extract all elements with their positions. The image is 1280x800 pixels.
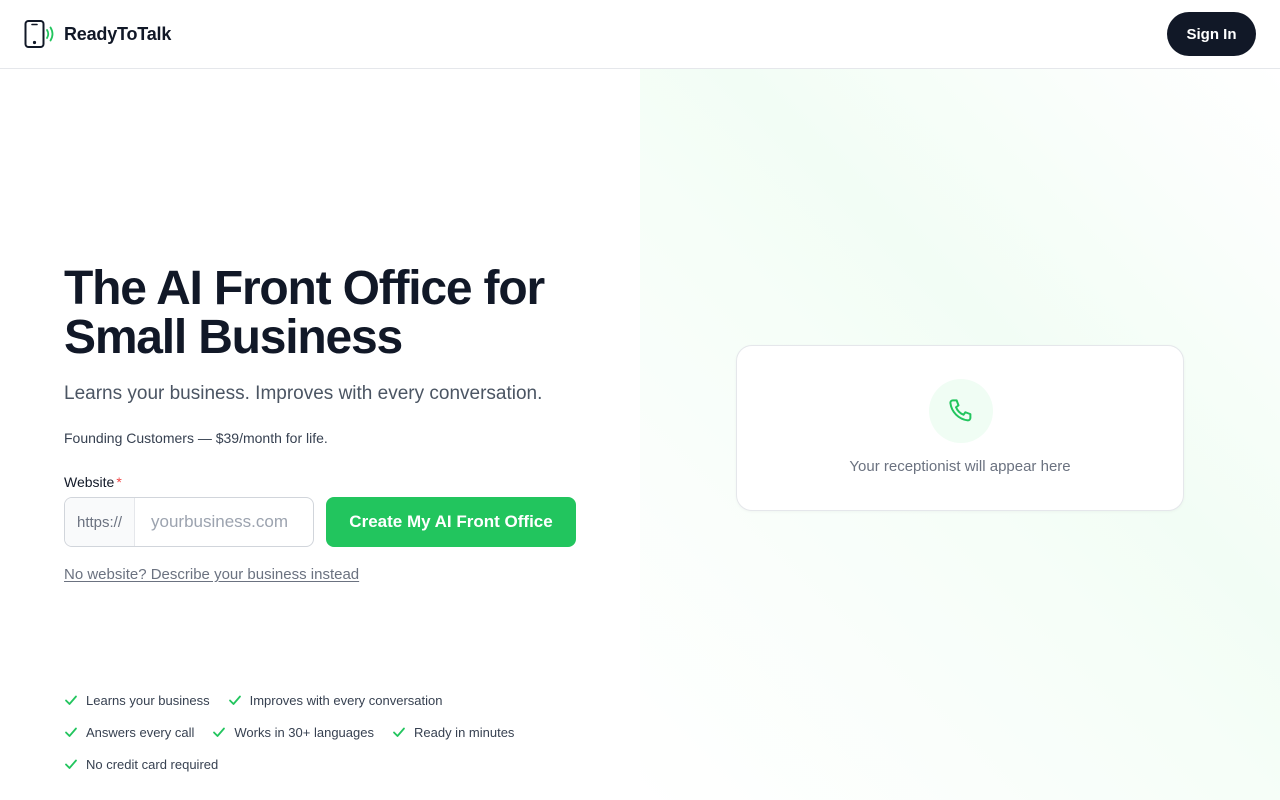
check-icon — [213, 727, 226, 737]
feature-item: Answers every call — [64, 724, 194, 740]
feature-label: No credit card required — [86, 756, 219, 772]
check-icon — [228, 695, 241, 705]
feature-item: Ready in minutes — [392, 724, 514, 740]
describe-business-link[interactable]: No website? Describe your business inste… — [64, 566, 359, 583]
create-front-office-button[interactable]: Create My AI Front Office — [326, 497, 576, 547]
phone-icon — [949, 399, 972, 422]
url-prefix: https:// — [65, 498, 135, 546]
feature-item: No credit card required — [64, 756, 218, 772]
receptionist-preview-card: Your receptionist will appear here — [736, 345, 1184, 511]
check-icon — [65, 759, 77, 769]
check-icon — [393, 727, 405, 737]
feature-label: Improves with every conversation — [249, 692, 443, 708]
sign-in-button[interactable]: Sign In — [1167, 12, 1256, 56]
feature-label: Answers every call — [86, 724, 195, 740]
website-label-text: Website — [64, 474, 115, 490]
check-icon — [65, 727, 77, 737]
feature-label: Ready in minutes — [413, 724, 515, 740]
feature-item: Works in 30+ languages — [212, 724, 374, 740]
hero-title-line-2: Small Business — [64, 311, 403, 364]
check-icon — [65, 695, 77, 705]
website-input[interactable] — [135, 498, 313, 546]
hero-title: The AI Front Office for Small Business — [64, 264, 604, 362]
required-marker: * — [116, 474, 122, 490]
preview-panel: Your receptionist will appear here — [640, 69, 1280, 800]
feature-label: Works in 30+ languages — [234, 724, 374, 740]
top-nav: ReadyToTalk Sign In — [0, 0, 1280, 69]
hero-subtitle: Learns your business. Improves with ever… — [64, 383, 543, 404]
brand-logo[interactable]: ReadyToTalk — [24, 20, 171, 48]
pricing-note: Founding Customers — $39/month for life. — [64, 430, 328, 446]
feature-list: Learns your business Improves with every… — [64, 692, 584, 772]
feature-label: Learns your business — [86, 692, 210, 708]
phone-icon-badge — [929, 379, 993, 443]
website-label: Website * — [64, 474, 122, 490]
preview-placeholder-text: Your receptionist will appear here — [849, 458, 1071, 475]
hero-title-line-1: The AI Front Office for — [64, 262, 545, 315]
feature-item: Improves with every conversation — [228, 692, 443, 708]
brand-name: ReadyToTalk — [64, 23, 172, 44]
feature-item: Learns your business — [64, 692, 210, 708]
website-input-group: https:// — [64, 497, 314, 547]
phone-signal-icon — [24, 20, 54, 48]
